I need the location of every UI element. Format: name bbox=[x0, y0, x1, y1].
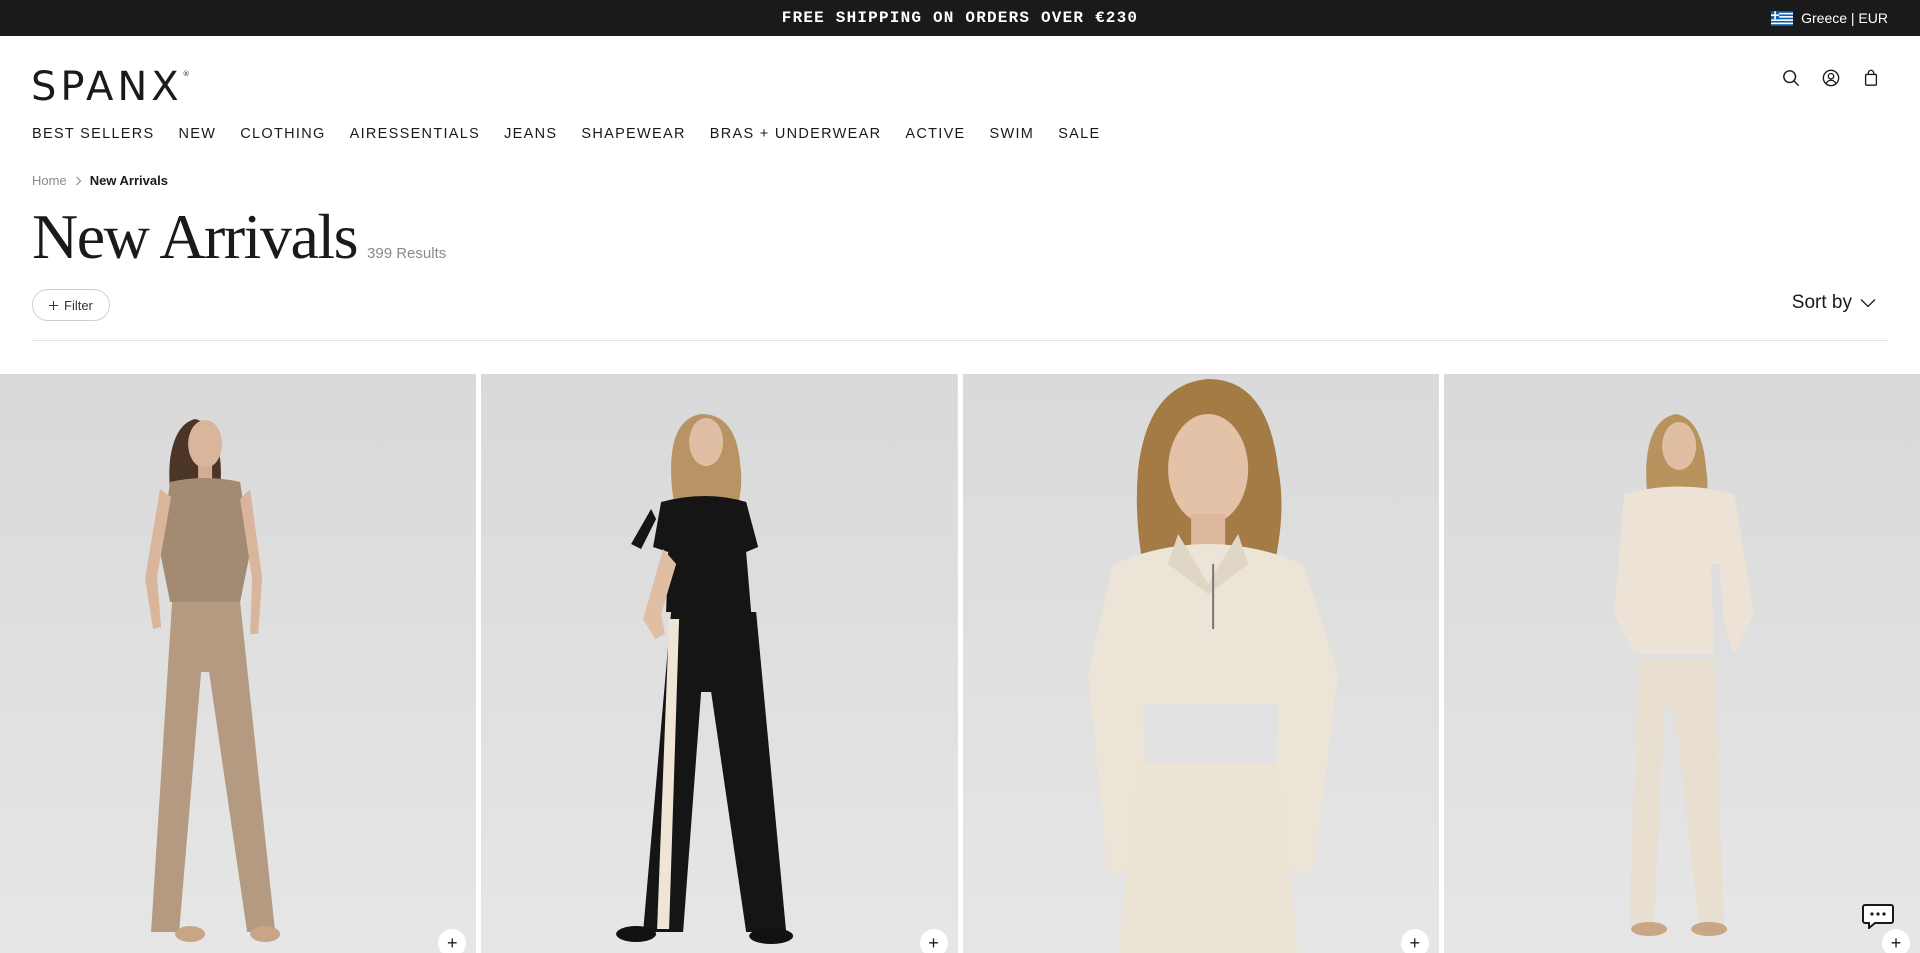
breadcrumb: Home New Arrivals bbox=[32, 173, 168, 188]
breadcrumb-current: New Arrivals bbox=[89, 173, 168, 188]
product-grid: + + + + bbox=[0, 374, 1920, 953]
greece-flag-icon bbox=[1771, 10, 1794, 26]
account-icon[interactable] bbox=[1822, 69, 1840, 87]
nav-item-sale[interactable]: SALE bbox=[1058, 126, 1100, 142]
spanx-logo[interactable]: SPANX® bbox=[31, 64, 190, 110]
plus-icon bbox=[49, 300, 58, 310]
chat-icon[interactable] bbox=[1862, 903, 1894, 929]
nav-item-best-sellers[interactable]: BEST SELLERS bbox=[32, 126, 155, 142]
nav-item-active[interactable]: ACTIVE bbox=[905, 126, 965, 142]
bag-icon[interactable] bbox=[1862, 69, 1880, 87]
promo-text: FREE SHIPPING ON ORDERS OVER €230 bbox=[781, 9, 1139, 27]
product-image bbox=[1443, 374, 1920, 953]
product-card[interactable]: + bbox=[1443, 374, 1920, 953]
title-row: New Arrivals 399 Results bbox=[32, 200, 446, 274]
add-to-bag-button[interactable]: + bbox=[438, 929, 467, 953]
breadcrumb-home[interactable]: Home bbox=[32, 173, 67, 188]
search-icon[interactable] bbox=[1782, 69, 1800, 87]
product-card[interactable]: + bbox=[0, 374, 477, 953]
product-card[interactable]: + bbox=[962, 374, 1439, 953]
sort-dropdown[interactable]: Sort by bbox=[1792, 292, 1876, 314]
locale-label: Greece | EUR bbox=[1801, 10, 1888, 26]
nav-item-jeans[interactable]: JEANS bbox=[504, 126, 557, 142]
results-count: 399 Results bbox=[367, 245, 447, 262]
add-to-bag-button[interactable]: + bbox=[919, 929, 948, 953]
page-title: New Arrivals bbox=[32, 201, 359, 272]
product-card[interactable]: + bbox=[481, 374, 958, 953]
logo-text: SPANX bbox=[31, 64, 183, 110]
plus-icon: + bbox=[446, 932, 458, 953]
site-header: SPANX® bbox=[0, 36, 1920, 126]
chevron-down-icon bbox=[1860, 299, 1876, 308]
nav-item-airessentials[interactable]: AIRESSENTIALS bbox=[350, 126, 481, 142]
registered-mark: ® bbox=[182, 70, 190, 78]
plus-icon: + bbox=[928, 932, 939, 953]
filter-button[interactable]: Filter bbox=[32, 289, 110, 321]
filter-label: Filter bbox=[64, 297, 93, 313]
product-image bbox=[0, 374, 477, 953]
main-nav: BEST SELLERS NEW CLOTHING AIRESSENTIALS … bbox=[32, 126, 1100, 142]
divider bbox=[32, 340, 1888, 341]
product-image bbox=[962, 374, 1439, 953]
product-image bbox=[481, 374, 958, 953]
plus-icon: + bbox=[1409, 932, 1420, 953]
add-to-bag-button[interactable]: + bbox=[1882, 929, 1910, 953]
nav-item-shapewear[interactable]: SHAPEWEAR bbox=[581, 126, 685, 142]
nav-item-new[interactable]: NEW bbox=[179, 126, 217, 142]
header-icons bbox=[1782, 69, 1880, 118]
add-to-bag-button[interactable]: + bbox=[1400, 929, 1429, 953]
nav-item-bras-underwear[interactable]: BRAS + UNDERWEAR bbox=[710, 126, 882, 142]
locale-selector[interactable]: Greece | EUR bbox=[1771, 0, 1888, 36]
sort-label: Sort by bbox=[1791, 292, 1852, 313]
promo-bar: FREE SHIPPING ON ORDERS OVER €230 Greece… bbox=[0, 0, 1920, 36]
nav-item-clothing[interactable]: CLOTHING bbox=[240, 126, 325, 142]
nav-item-swim[interactable]: SWIM bbox=[990, 126, 1035, 142]
chevron-right-icon bbox=[75, 176, 82, 185]
plus-icon: + bbox=[1890, 932, 1902, 953]
